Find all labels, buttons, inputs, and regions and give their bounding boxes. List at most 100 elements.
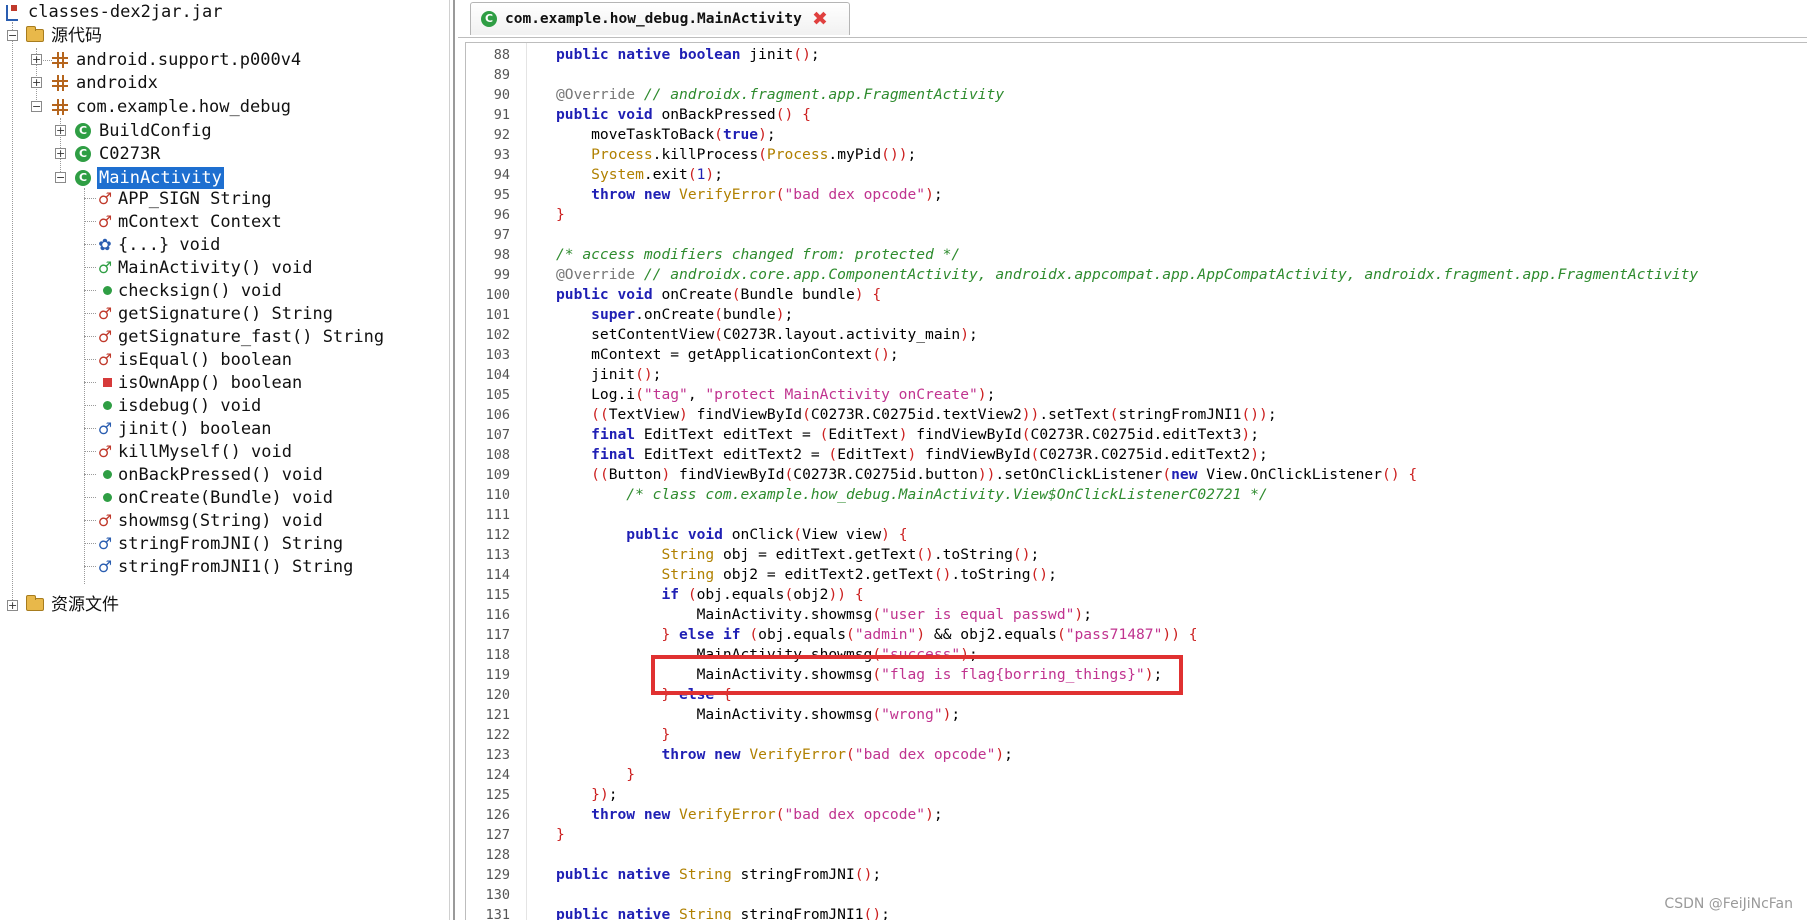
- collapse-icon[interactable]: −: [55, 172, 66, 183]
- expand-icon[interactable]: +: [31, 54, 42, 65]
- tree-connector: [84, 244, 96, 245]
- tree-member-label: jinit() boolean: [118, 418, 272, 439]
- tree-member[interactable]: ♂ getSignature() String: [98, 302, 335, 325]
- code-line: 131 public native String stringFromJNI1()…: [466, 905, 1807, 920]
- expand-icon[interactable]: +: [7, 600, 18, 611]
- tree-class[interactable]: C C0273R: [75, 142, 162, 165]
- code-line: 98 /* access modifiers changed from: prot…: [466, 245, 1807, 265]
- tree-member-label: getSignature_fast() String: [118, 326, 385, 347]
- expand-icon[interactable]: +: [55, 125, 66, 136]
- tree-member[interactable]: ♂ getSignature_fast() String: [98, 325, 386, 348]
- code-text: moveTaskToBack(true);: [556, 126, 776, 143]
- tree-member[interactable]: ♂ MainActivity() void: [98, 256, 314, 279]
- tree-member[interactable]: ♂ isEqual() boolean: [98, 348, 294, 371]
- tree-package[interactable]: androidx: [52, 71, 160, 94]
- line-number: 125: [485, 787, 510, 803]
- tree-member[interactable]: ♂ stringFromJNI() String: [98, 532, 345, 555]
- tree-class-label: C0273R: [99, 143, 161, 164]
- public-method-icon: [98, 489, 112, 507]
- close-icon[interactable]: ✖: [811, 10, 829, 29]
- tree-member[interactable]: isOwnApp() boolean: [98, 371, 304, 394]
- tree-member[interactable]: ♂ APP_SIGN String: [98, 187, 274, 210]
- tree-connector: [84, 290, 96, 291]
- collapse-icon[interactable]: −: [31, 101, 42, 112]
- editor-tab[interactable]: C com.example.how_debug.MainActivity ✖: [470, 2, 850, 35]
- code-line: 116 MainActivity.showmsg("user is equal …: [466, 605, 1807, 625]
- public-method-icon: [98, 397, 112, 415]
- tree-class[interactable]: C BuildConfig: [75, 119, 214, 142]
- tree-member-label: stringFromJNI1() String: [118, 556, 354, 577]
- code-text: ((TextView) findViewById(C0273R.C0275id.…: [591, 406, 1277, 423]
- tree-connector: [84, 428, 96, 429]
- tree-connector: [84, 405, 96, 406]
- line-number: 106: [485, 407, 510, 423]
- line-number: 93: [493, 147, 510, 163]
- tree-member[interactable]: onBackPressed() void: [98, 463, 325, 486]
- expand-icon[interactable]: +: [31, 77, 42, 88]
- code-line: 123 throw new VerifyError("bad dex opcod…: [466, 745, 1807, 765]
- package-icon: [52, 98, 68, 115]
- code-text: @Override // androidx.core.app.Component…: [556, 266, 1699, 283]
- line-number: 89: [493, 67, 510, 83]
- tree-member[interactable]: ♂ showmsg(String) void: [98, 509, 325, 532]
- collapse-icon[interactable]: −: [7, 30, 18, 41]
- tree-package[interactable]: com.example.how_debug: [52, 95, 293, 118]
- tree-member[interactable]: ✿ {...} void: [98, 233, 222, 256]
- line-number: 104: [485, 367, 510, 383]
- tab-title: com.example.how_debug.MainActivity: [505, 11, 802, 27]
- code-line: 119 MainActivity.showmsg("flag is flag{b…: [466, 665, 1807, 685]
- tree-member[interactable]: ♂ stringFromJNI1() String: [98, 555, 355, 578]
- method-icon: ♂: [97, 327, 113, 346]
- tree-source-folder[interactable]: 源代码: [26, 24, 104, 47]
- tree-member-label: {...} void: [118, 234, 221, 255]
- tree-package[interactable]: android.support.p000v4: [52, 48, 303, 71]
- code-text: }: [556, 206, 565, 223]
- code-text: String obj = editText.getText().toString…: [661, 546, 1040, 563]
- code-line: 96}: [466, 205, 1807, 225]
- tree-member[interactable]: checksign() void: [98, 279, 284, 302]
- tree-member-label: isdebug() void: [118, 395, 262, 416]
- line-number: 113: [485, 547, 510, 563]
- private-method-icon: [98, 374, 112, 392]
- tree-member[interactable]: onCreate(Bundle) void: [98, 486, 335, 509]
- code-line: 100 public void onCreate(Bundle bundle) {: [466, 285, 1807, 305]
- code-text: } else if (obj.equals("admin") && obj2.e…: [661, 626, 1198, 643]
- tree-package-label: android.support.p000v4: [76, 49, 302, 70]
- line-number: 95: [493, 187, 510, 203]
- code-text: @Override // androidx.fragment.app.Fragm…: [556, 86, 1005, 103]
- tree-member-label: showmsg(String) void: [118, 510, 323, 531]
- code-line: 104 jinit();: [466, 365, 1807, 385]
- code-text: throw new VerifyError("bad dex opcode");: [661, 746, 1013, 763]
- line-number: 124: [485, 767, 510, 783]
- tree-member-label: APP_SIGN String: [118, 188, 272, 209]
- native-method-icon: ♂: [97, 534, 113, 553]
- line-number: 115: [485, 587, 510, 603]
- line-number: 94: [493, 167, 510, 183]
- tree-member[interactable]: isdebug() void: [98, 394, 263, 417]
- tree-connector: [84, 198, 96, 199]
- tree-member-label: onBackPressed() void: [118, 464, 323, 485]
- code-text: throw new VerifyError("bad dex opcode");: [591, 186, 943, 203]
- line-number: 114: [485, 567, 510, 583]
- line-number: 122: [485, 727, 510, 743]
- tree-class-selected[interactable]: C MainActivity: [75, 166, 224, 189]
- tree-connector: [84, 497, 96, 498]
- code-line: 93 Process.killProcess(Process.myPid());: [466, 145, 1807, 165]
- code-text: if (obj.equals(obj2)) {: [661, 586, 864, 603]
- tree-member-label: onCreate(Bundle) void: [118, 487, 333, 508]
- tree-member[interactable]: ♂ jinit() boolean: [98, 417, 274, 440]
- tree-member[interactable]: ♂ killMyself() void: [98, 440, 294, 463]
- code-text: jinit();: [556, 366, 662, 383]
- expand-icon[interactable]: +: [55, 148, 66, 159]
- tree-root[interactable]: classes-dex2jar.jar: [4, 0, 224, 23]
- native-method-icon: ♂: [97, 419, 113, 438]
- code-text: mContext = getApplicationContext();: [556, 346, 899, 363]
- tree-member[interactable]: ♂ mContext Context: [98, 210, 284, 233]
- package-tree-panel[interactable]: classes-dex2jar.jar − 源代码 + android.supp…: [0, 0, 455, 920]
- class-icon: C: [481, 11, 497, 27]
- code-text: setContentView(C0273R.layout.activity_ma…: [556, 326, 978, 343]
- code-line: 115 if (obj.equals(obj2)) {: [466, 585, 1807, 605]
- code-editor[interactable]: 88 public native boolean jinit(); 89 90 @Ove…: [465, 42, 1807, 920]
- tree-resources-folder[interactable]: 资源文件: [26, 593, 121, 616]
- tree-connector: [84, 566, 96, 567]
